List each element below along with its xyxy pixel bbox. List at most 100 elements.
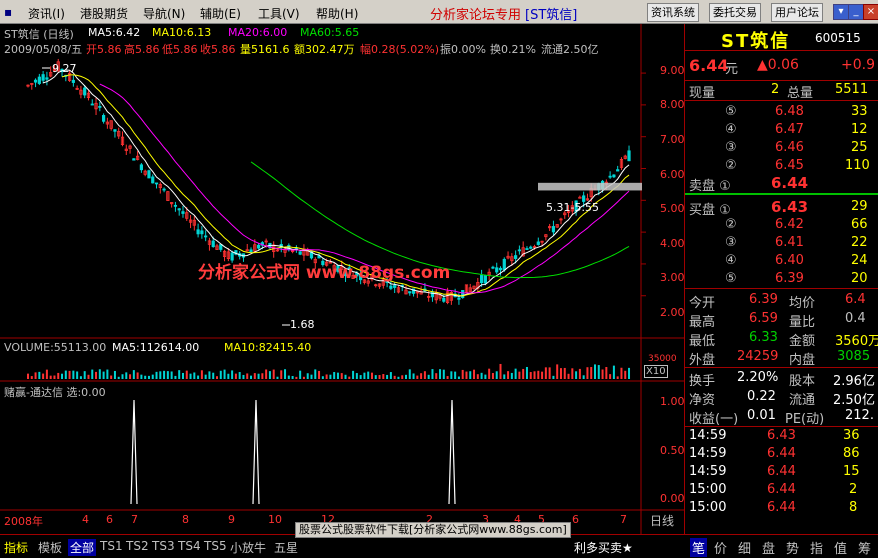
candle-body xyxy=(154,182,159,185)
float-readout: 流通2.50亿 xyxy=(541,43,599,56)
menu-item-assist[interactable]: 辅助(E) xyxy=(200,5,241,22)
volume-legend: VOLUME:55113.00 xyxy=(4,341,107,354)
candle-body xyxy=(536,241,540,245)
date-tick: 2008年 xyxy=(4,515,43,528)
candle-body xyxy=(491,266,495,269)
minimize-icon[interactable]: _ xyxy=(848,4,864,20)
candle-body xyxy=(249,249,253,253)
promo-banner[interactable]: 股票公式股票软件下载[分析家公式网www.88gs.com] xyxy=(295,522,571,538)
volume-bar xyxy=(586,367,589,379)
menu-item-hk-futures[interactable]: 港股期货 xyxy=(80,5,128,22)
candle-body xyxy=(90,103,94,106)
volume-bar xyxy=(325,374,328,379)
menu-item-help[interactable]: 帮助(H) xyxy=(316,5,358,22)
volume-bar xyxy=(473,369,476,379)
fund-label: 收益(一) xyxy=(689,412,739,427)
volume-bar xyxy=(435,373,438,379)
volume-bar xyxy=(204,374,207,379)
tab-ts1[interactable]: TS1 xyxy=(100,539,123,553)
dropdown-icon[interactable]: ▾ xyxy=(833,4,849,20)
volume-bar xyxy=(386,374,389,379)
price-band xyxy=(538,182,642,191)
tab-chips[interactable]: 筹 xyxy=(858,538,871,557)
now-volume-label: 现量 xyxy=(689,86,716,101)
volume-bar xyxy=(246,373,249,379)
tab-ts5[interactable]: TS5 xyxy=(204,539,227,553)
tab-indicator[interactable]: 指标 xyxy=(4,539,28,556)
candle-body xyxy=(132,158,136,161)
ask1-label: 卖盘 ① xyxy=(689,179,731,194)
tab-ts3[interactable]: TS3 xyxy=(152,539,175,553)
ind-tick: 1.00 xyxy=(660,395,685,408)
ind-tick: 0.00 xyxy=(660,492,685,505)
news-system-button[interactable]: 资讯系统 xyxy=(647,3,699,22)
price-tick: 6.00 xyxy=(660,168,685,181)
volume-bar xyxy=(408,369,411,379)
daily-period-label[interactable]: 日线 xyxy=(650,512,674,529)
volume-bar xyxy=(250,375,253,379)
stat-label: 外盘 xyxy=(689,353,716,368)
ask-price: 6.46 xyxy=(775,140,804,155)
volume-bar xyxy=(442,369,445,379)
vol-ma10-legend: MA10:82415.40 xyxy=(224,341,312,354)
bid-price: 6.39 xyxy=(775,271,804,286)
price-change: ▲0.06 xyxy=(757,57,799,73)
date-tick: 6 xyxy=(106,513,113,526)
stat-value: 0.4 xyxy=(845,311,866,326)
candle-body xyxy=(529,246,533,249)
fund-value: 2.96亿 xyxy=(833,374,875,389)
volume-bar xyxy=(117,376,120,379)
tab-detail[interactable]: 细 xyxy=(738,538,751,557)
tab-value[interactable]: 值 xyxy=(834,538,847,557)
stat-value: 6.59 xyxy=(749,311,778,326)
volume-bar xyxy=(261,373,264,379)
volume-bar xyxy=(42,373,45,379)
volume-bar xyxy=(367,371,370,379)
volume-bar xyxy=(450,371,453,379)
date-tick: 7 xyxy=(620,513,627,526)
volume-bar xyxy=(397,376,400,379)
watermark-text: 分析家公式网 www.88gs.com xyxy=(198,263,451,283)
candle-body xyxy=(612,174,616,178)
tick-volume: 36 xyxy=(843,428,860,443)
candle-body xyxy=(298,251,302,255)
ind-tick: 0.50 xyxy=(660,444,685,457)
tab-ts2[interactable]: TS2 xyxy=(126,539,149,553)
tab-trades[interactable]: 笔 xyxy=(690,538,708,557)
volume-bar xyxy=(612,365,615,379)
menu-item-navigate[interactable]: 导航(N) xyxy=(143,5,185,22)
volume-bar xyxy=(125,372,128,379)
tab-ts4[interactable]: TS4 xyxy=(178,539,201,553)
vol-ma5-legend: MA5:112614.00 xyxy=(112,341,200,354)
tab-wuxing[interactable]: 五星 xyxy=(274,539,298,556)
amplitude-readout: 振0.00% xyxy=(440,43,486,56)
tab-index[interactable]: 指 xyxy=(810,538,823,557)
tab-all[interactable]: 全部 xyxy=(68,539,97,556)
forum-button[interactable]: 用户论坛 xyxy=(771,3,823,22)
chart-area[interactable]: ST筑信 (日线) MA5:6.42 MA10:6.13 MA20:6.00 M… xyxy=(0,24,685,534)
volume-bar xyxy=(95,371,98,379)
menu-item-tools[interactable]: 工具(V) xyxy=(258,5,300,22)
close-readout: 收5.86 xyxy=(200,43,236,56)
close-icon[interactable]: × xyxy=(863,4,878,20)
tab-price[interactable]: 价 xyxy=(714,538,727,557)
volume-bar xyxy=(98,369,101,379)
candle-body xyxy=(177,208,181,211)
menu-item-news[interactable]: 资讯(I) xyxy=(28,5,65,22)
tab-trend[interactable]: 势 xyxy=(786,538,799,557)
price-tick: 4.00 xyxy=(660,237,685,250)
candle-body xyxy=(98,105,102,108)
volume-bar xyxy=(287,375,290,379)
date-tick: 10 xyxy=(268,513,282,526)
volume-bar xyxy=(525,366,528,379)
trade-button[interactable]: 委托交易 xyxy=(709,3,761,22)
tab-xiaofangniu[interactable]: 小放牛 xyxy=(230,539,266,556)
tab-template[interactable]: 模板 xyxy=(38,539,62,556)
ask-volume: 25 xyxy=(851,140,868,155)
tab-book[interactable]: 盘 xyxy=(762,538,775,557)
volume-bar xyxy=(106,369,109,379)
volume-bar xyxy=(257,373,260,379)
tick-price: 6.44 xyxy=(767,500,796,515)
volume-bar xyxy=(284,369,287,379)
ask-price: 6.45 xyxy=(775,158,804,173)
